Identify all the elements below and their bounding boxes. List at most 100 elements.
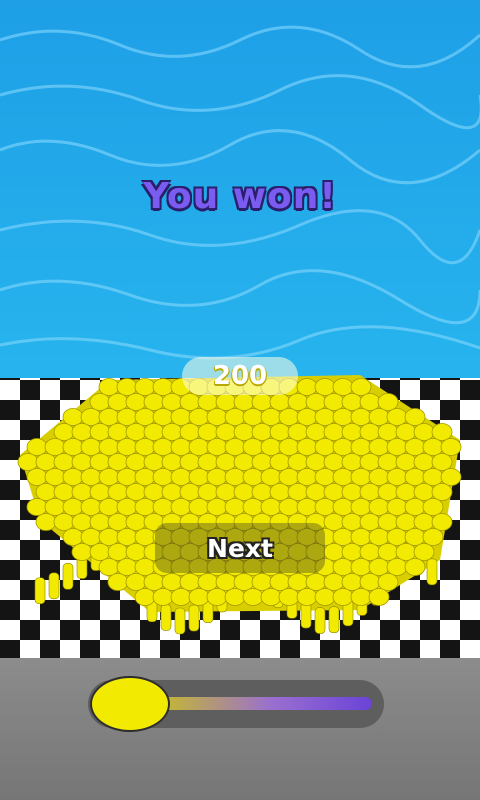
crowd-figure-head	[143, 453, 165, 471]
crowd-figure-head	[359, 573, 381, 591]
crowd-figure-head	[98, 408, 120, 426]
crowd-figure-head	[332, 528, 354, 546]
crowd-figure-head	[386, 438, 408, 456]
crowd-figure-head	[224, 438, 246, 456]
crowd-figure-head	[287, 453, 309, 471]
crowd-figure-head	[44, 498, 66, 516]
crowd-figure-head	[134, 408, 156, 426]
crowd-figure-head	[206, 498, 228, 516]
crowd-figure-head	[125, 513, 147, 531]
crowd-figure-head	[170, 408, 192, 426]
crowd-figure-head	[98, 378, 120, 396]
crowd-figure-head	[242, 498, 264, 516]
crowd-figure-head	[125, 483, 147, 501]
crowd-figure-head	[71, 543, 93, 561]
slider-fill	[150, 697, 372, 710]
crowd-figure-head	[116, 468, 138, 486]
crowd-figure-head	[71, 423, 93, 441]
crowd-figure-head	[386, 468, 408, 486]
crowd-figure-head	[305, 423, 327, 441]
crowd-figure-head	[215, 453, 237, 471]
crowd-figure-head	[107, 513, 129, 531]
crowd-figure-head	[314, 588, 336, 606]
crowd-figure-head	[215, 393, 237, 411]
crowd-figure-head	[116, 408, 138, 426]
crowd-figure-head	[125, 543, 147, 561]
crowd-figure-head	[134, 558, 156, 576]
crowd-figure-head	[413, 453, 435, 471]
crowd-figure-head	[233, 423, 255, 441]
crowd-figure-body	[328, 606, 340, 633]
crowd-figure-head	[359, 453, 381, 471]
crowd-figure-head	[395, 423, 417, 441]
crowd-figure-head	[395, 483, 417, 501]
crowd-figure-head	[377, 513, 399, 531]
crowd-figure-body	[48, 572, 60, 600]
crowd-figure-head	[269, 423, 291, 441]
crowd-figure-head	[440, 468, 462, 486]
crowd-figure-head	[323, 453, 345, 471]
crowd-figure-head	[143, 573, 165, 591]
crowd-figure-head	[386, 558, 408, 576]
crowd-figure-head	[332, 498, 354, 516]
crowd-figure-head	[377, 423, 399, 441]
slider-knob[interactable]	[90, 676, 170, 732]
crowd-figure-body	[300, 601, 312, 629]
crowd-figure-head	[26, 438, 48, 456]
crowd-figure-head	[71, 453, 93, 471]
crowd-figure-head	[323, 543, 345, 561]
crowd-figure-head	[233, 453, 255, 471]
crowd-figure-head	[71, 483, 93, 501]
crowd-figure-head	[350, 408, 372, 426]
crowd-figure-head	[377, 543, 399, 561]
crowd-figure-body	[426, 558, 438, 586]
crowd-figure-head	[395, 513, 417, 531]
crowd-figure-head	[323, 513, 345, 531]
crowd-figure-head	[179, 573, 201, 591]
crowd-figure-head	[278, 468, 300, 486]
crowd-figure-head	[323, 423, 345, 441]
crowd-figure-head	[233, 573, 255, 591]
crowd-figure-head	[17, 453, 39, 471]
crowd-figure-head	[251, 393, 273, 411]
next-button[interactable]: Next	[155, 523, 325, 573]
crowd-figure-head	[386, 408, 408, 426]
crowd-figure-head	[134, 468, 156, 486]
crowd-figure-head	[368, 588, 390, 606]
crowd-figure-head	[53, 423, 75, 441]
crowd-figure-head	[278, 408, 300, 426]
crowd-figure-head	[422, 528, 444, 546]
crowd-figure-head	[242, 408, 264, 426]
crowd-figure-head	[368, 528, 390, 546]
crowd-figure-head	[251, 423, 273, 441]
crowd-figure-head	[287, 483, 309, 501]
crowd-figure-head	[197, 483, 219, 501]
crowd-figure-head	[260, 408, 282, 426]
crowd-figure-head	[305, 453, 327, 471]
crowd-figure-head	[341, 393, 363, 411]
crowd-figure-head	[314, 498, 336, 516]
crowd-count: 200	[212, 361, 268, 391]
crowd-figure-head	[134, 588, 156, 606]
crowd-figure-head	[170, 498, 192, 516]
crowd-figure-head	[332, 588, 354, 606]
crowd-figure-head	[161, 573, 183, 591]
crowd-figure-head	[215, 483, 237, 501]
crowd-figure-head	[242, 438, 264, 456]
crowd-figure-head	[413, 423, 435, 441]
crowd-figure-head	[188, 498, 210, 516]
crowd-figure-head	[431, 513, 453, 531]
crowd-figure-head	[143, 423, 165, 441]
crowd-figure-head	[359, 393, 381, 411]
crowd-figure-head	[413, 483, 435, 501]
crowd-figure-head	[404, 438, 426, 456]
crowd-figure-head	[98, 468, 120, 486]
crowd-figure-head	[395, 543, 417, 561]
crowd-figure-head	[395, 453, 417, 471]
crowd-figure-head	[350, 438, 372, 456]
crowd-figure-head	[170, 588, 192, 606]
crowd-figure-head	[242, 588, 264, 606]
crowd-figure-head	[296, 468, 318, 486]
crowd-figure-head	[296, 408, 318, 426]
crowd-figure-head	[269, 393, 291, 411]
